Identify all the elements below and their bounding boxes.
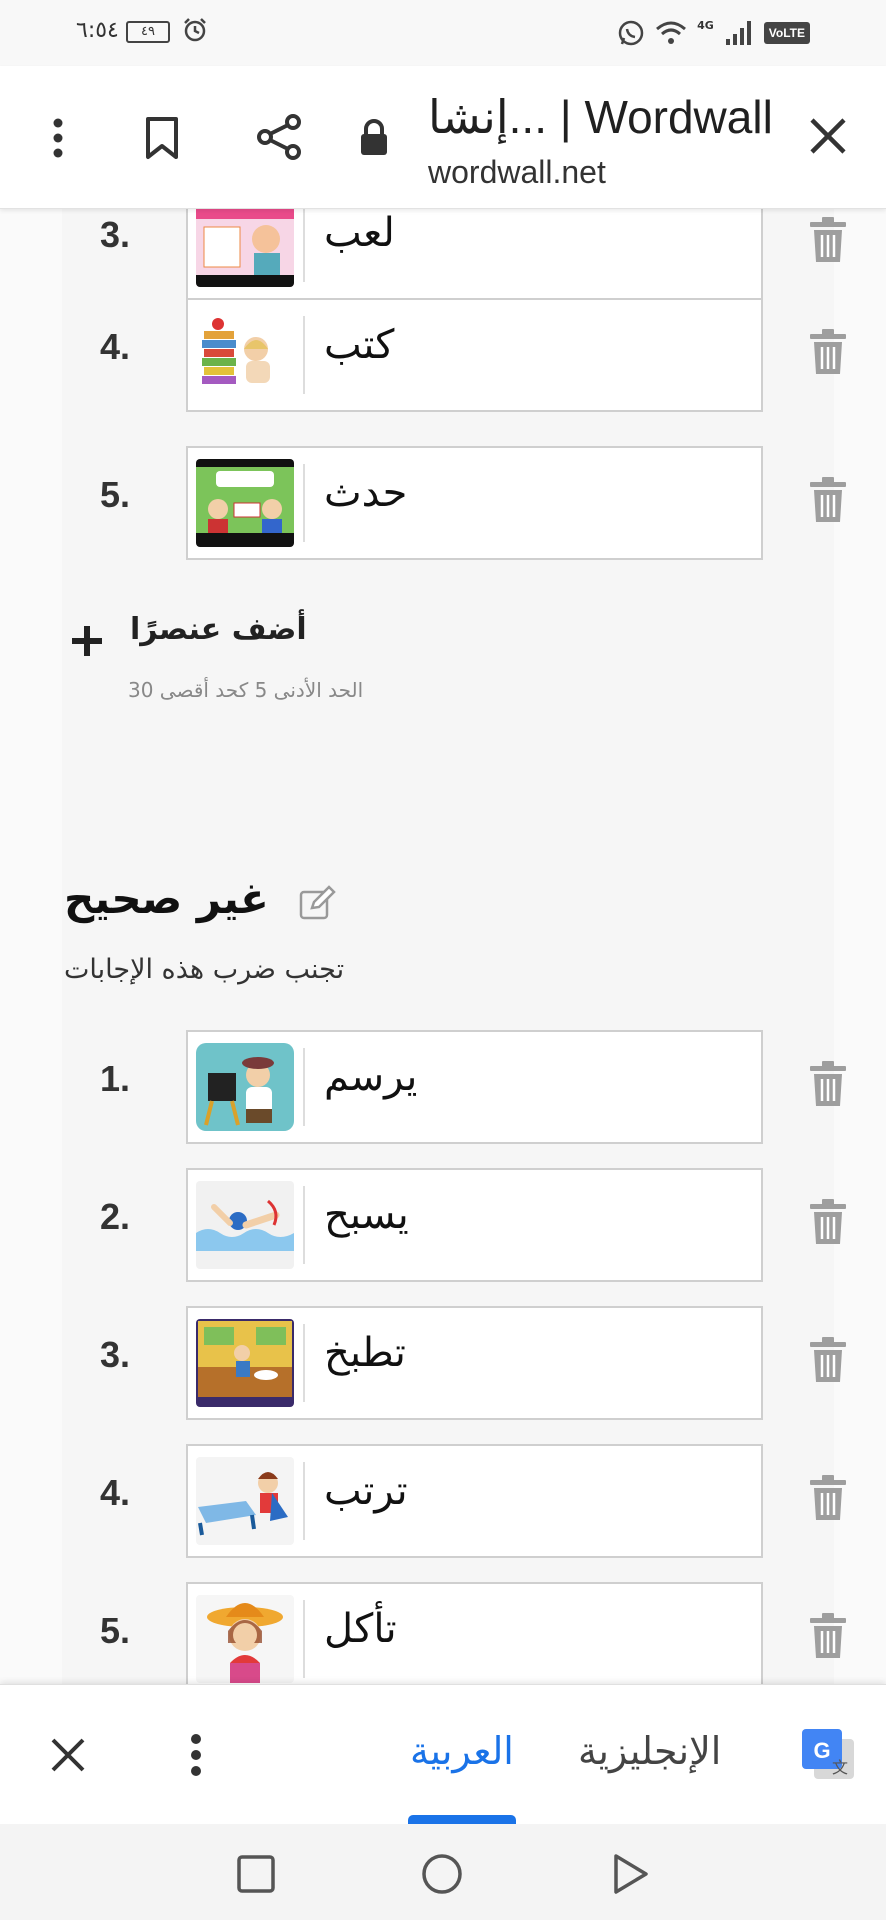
clock: ٦:٥٤ xyxy=(76,18,119,43)
add-item-label: أضف عنصرًا xyxy=(130,612,307,647)
tab-source-language[interactable]: الإنجليزية xyxy=(578,1729,721,1773)
trash-icon[interactable] xyxy=(808,1612,848,1660)
item-image-eating[interactable] xyxy=(196,1595,294,1683)
item-number: 2. xyxy=(100,1196,131,1237)
close-translate-icon[interactable] xyxy=(50,1737,86,1773)
translate-bar: العربية الإنجليزية G 文 xyxy=(0,1684,886,1825)
item-image-toy-store[interactable] xyxy=(196,208,294,287)
trash-icon[interactable] xyxy=(808,1336,848,1384)
list-item: 3. تطبخ xyxy=(0,1306,886,1420)
item-input-box[interactable]: يرسم xyxy=(186,1030,763,1144)
list-item: 1. يرسم xyxy=(0,1030,886,1144)
trash-icon[interactable] xyxy=(808,1198,848,1246)
more-options-icon[interactable] xyxy=(40,116,76,160)
item-word[interactable]: كتب xyxy=(324,322,394,368)
item-number: 4. xyxy=(100,326,131,367)
list-item: 4. ترتب xyxy=(0,1444,886,1558)
trash-icon[interactable] xyxy=(808,1060,848,1108)
volte-badge: VoLTE xyxy=(763,22,810,44)
tab-target-language[interactable]: العربية xyxy=(410,1729,514,1773)
list-item: 4. كتب xyxy=(0,298,886,412)
item-number: 3. xyxy=(100,1334,131,1375)
translate-more-icon[interactable] xyxy=(186,1733,206,1777)
trash-icon[interactable] xyxy=(808,216,848,264)
home-icon[interactable] xyxy=(420,1852,464,1896)
item-word[interactable]: يرسم xyxy=(324,1054,417,1100)
edit-icon[interactable] xyxy=(298,884,336,922)
browser-toolbar: إنشا... | Wordwall wordwall.net xyxy=(0,66,886,209)
system-navigation-bar xyxy=(0,1824,886,1920)
editor-content: 3. لعب 4. كتب 5. حدث أضف عنصرًا الحد الأ… xyxy=(0,208,886,1684)
list-item: 3. لعب xyxy=(0,208,886,300)
section-subtitle: تجنب ضرب هذه الإجابات xyxy=(64,954,345,985)
list-item: 5. تأكل xyxy=(0,1582,886,1684)
wifi-icon xyxy=(656,21,687,44)
svg-text:G: G xyxy=(813,1738,830,1763)
section-title: غير صحيح xyxy=(64,874,269,923)
item-word[interactable]: تطبخ xyxy=(324,1330,406,1376)
svg-text:文: 文 xyxy=(832,1758,848,1777)
list-item: 5. حدث xyxy=(0,446,886,560)
battery-icon: ٤٩ xyxy=(126,21,170,43)
item-image-books[interactable] xyxy=(196,311,294,399)
item-input-box[interactable]: كتب xyxy=(186,298,763,412)
item-number: 5. xyxy=(100,1610,131,1651)
item-image-painter[interactable] xyxy=(196,1043,294,1131)
item-number: 5. xyxy=(100,474,131,515)
item-number: 3. xyxy=(100,214,131,255)
close-tab-icon[interactable] xyxy=(806,114,850,158)
list-item: 2. يسبح xyxy=(0,1168,886,1282)
trash-icon[interactable] xyxy=(808,1474,848,1522)
item-input-box[interactable]: لعب xyxy=(186,208,763,300)
item-number: 4. xyxy=(100,1472,131,1513)
item-input-box[interactable]: يسبح xyxy=(186,1168,763,1282)
item-word[interactable]: ترتب xyxy=(324,1468,408,1514)
add-item-button[interactable]: أضف عنصرًا xyxy=(70,608,370,668)
item-limit-hint: الحد الأدنى 5 كحد أقصى 30 xyxy=(128,678,364,702)
item-input-box[interactable]: ترتب xyxy=(186,1444,763,1558)
item-number: 1. xyxy=(100,1058,131,1099)
back-icon[interactable] xyxy=(608,1852,652,1896)
item-image-swimmer[interactable] xyxy=(196,1181,294,1269)
plus-icon xyxy=(72,626,102,656)
share-icon[interactable] xyxy=(254,112,304,162)
item-image-story-video[interactable] xyxy=(196,459,294,547)
alarm-icon xyxy=(184,18,206,42)
item-input-box[interactable]: تأكل xyxy=(186,1582,763,1684)
item-word[interactable]: لعب xyxy=(324,210,395,256)
status-bar: ٦:٥٤ ٤٩ 4G VoLTE xyxy=(0,0,886,66)
trash-icon[interactable] xyxy=(808,328,848,376)
item-input-box[interactable]: حدث xyxy=(186,446,763,560)
network-type: 4G xyxy=(697,18,714,32)
google-translate-icon: G 文 xyxy=(802,1729,854,1779)
item-input-box[interactable]: تطبخ xyxy=(186,1306,763,1420)
page-url[interactable]: wordwall.net xyxy=(428,154,606,191)
signal-icon xyxy=(725,21,751,45)
page-title: إنشا... | Wordwall xyxy=(428,91,773,143)
item-word[interactable]: حدث xyxy=(324,470,407,516)
whatsapp-icon xyxy=(618,20,644,46)
trash-icon[interactable] xyxy=(808,476,848,524)
item-image-kitchen[interactable] xyxy=(196,1319,294,1407)
recents-icon[interactable] xyxy=(234,1852,278,1896)
item-word[interactable]: تأكل xyxy=(324,1606,397,1652)
lock-icon[interactable] xyxy=(356,118,392,158)
item-word[interactable]: يسبح xyxy=(324,1192,409,1238)
item-image-bed[interactable] xyxy=(196,1457,294,1545)
bookmark-icon[interactable] xyxy=(140,114,184,162)
